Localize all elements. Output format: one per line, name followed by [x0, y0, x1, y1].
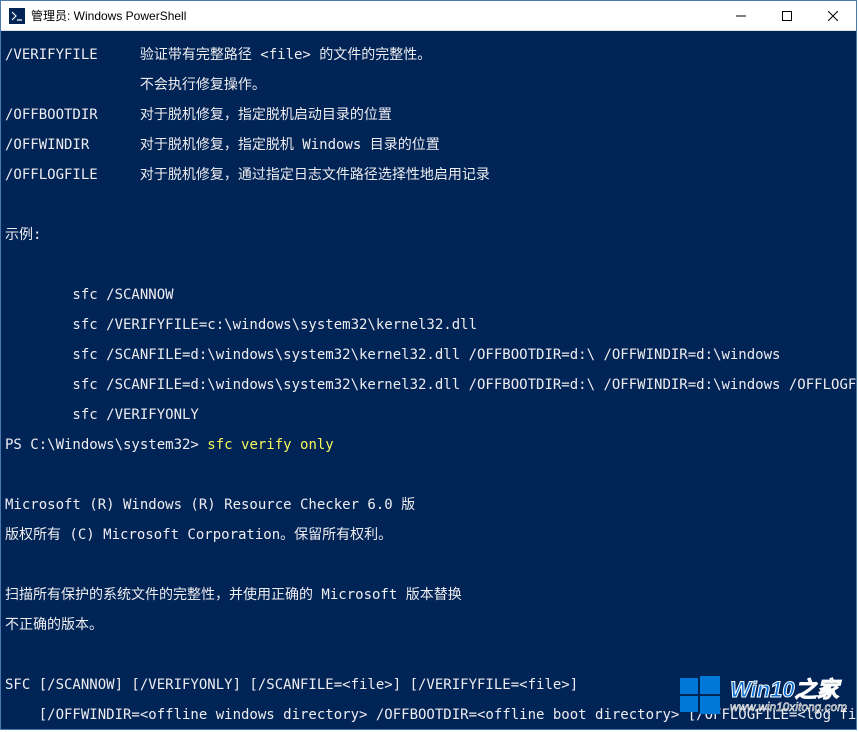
window-controls — [718, 1, 856, 30]
output-line: sfc /VERIFYONLY — [5, 408, 852, 423]
watermark: Win10之家 www.win10xitong.com — [678, 674, 847, 718]
output-line: sfc /SCANNOW — [5, 288, 852, 303]
powershell-window: 管理员: Windows PowerShell /VERIFYFILE 验证带有… — [0, 0, 857, 730]
terminal-output[interactable]: /VERIFYFILE 验证带有完整路径 <file> 的文件的完整性。 不会执… — [1, 31, 856, 729]
minimize-button[interactable] — [718, 1, 764, 30]
powershell-icon — [9, 8, 25, 24]
output-line: sfc /VERIFYFILE=c:\windows\system32\kern… — [5, 318, 852, 333]
output-line: 不正确的版本。 — [5, 618, 852, 633]
command-input: sfc verify only — [207, 438, 333, 453]
window-title: 管理员: Windows PowerShell — [31, 7, 718, 24]
windows-logo-icon — [678, 674, 722, 718]
output-line: /VERIFYFILE 验证带有完整路径 <file> 的文件的完整性。 — [5, 48, 852, 63]
output-line: 不会执行修复操作。 — [5, 78, 852, 93]
output-line: Microsoft (R) Windows (R) Resource Check… — [5, 498, 852, 513]
output-line — [5, 198, 852, 213]
output-line: sfc /SCANFILE=d:\windows\system32\kernel… — [5, 348, 852, 363]
output-line — [5, 468, 852, 483]
prompt-path: PS C:\Windows\system32> — [5, 438, 207, 453]
prompt-line: PS C:\Windows\system32> sfc verify only — [5, 438, 852, 453]
watermark-url: www.win10xitong.com — [730, 702, 847, 714]
output-line: /OFFWINDIR 对于脱机修复，指定脱机 Windows 目录的位置 — [5, 138, 852, 153]
output-line: /OFFBOOTDIR 对于脱机修复，指定脱机启动目录的位置 — [5, 108, 852, 123]
output-line: sfc /SCANFILE=d:\windows\system32\kernel… — [5, 378, 852, 393]
output-line — [5, 258, 852, 273]
watermark-brand: Win10之家 — [730, 678, 847, 701]
maximize-button[interactable] — [764, 1, 810, 30]
output-line: 示例: — [5, 228, 852, 243]
output-line — [5, 558, 852, 573]
output-line: 版权所有 (C) Microsoft Corporation。保留所有权利。 — [5, 528, 852, 543]
watermark-text: Win10之家 www.win10xitong.com — [730, 678, 847, 713]
titlebar[interactable]: 管理员: Windows PowerShell — [1, 1, 856, 31]
output-line: 扫描所有保护的系统文件的完整性，并使用正确的 Microsoft 版本替换 — [5, 588, 852, 603]
output-line — [5, 648, 852, 663]
output-line: /OFFLOGFILE 对于脱机修复，通过指定日志文件路径选择性地启用记录 — [5, 168, 852, 183]
close-button[interactable] — [810, 1, 856, 30]
